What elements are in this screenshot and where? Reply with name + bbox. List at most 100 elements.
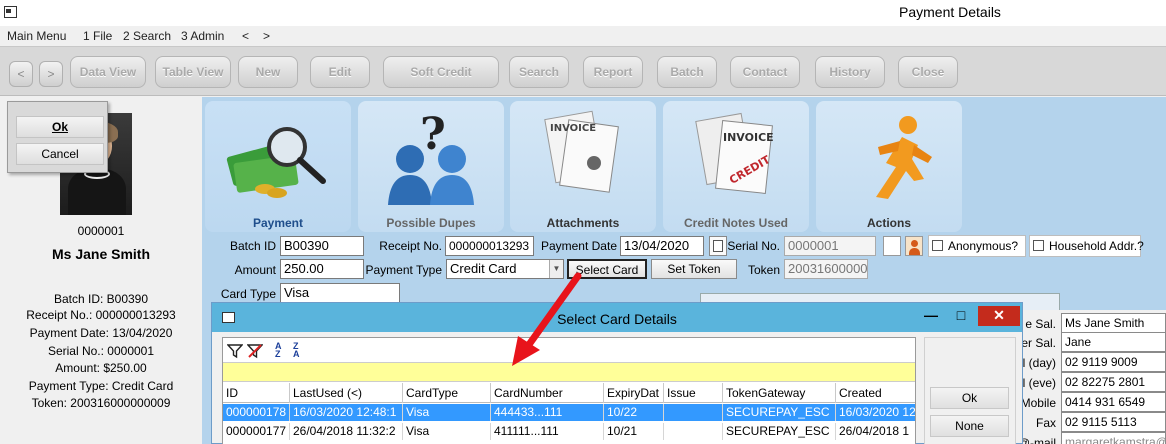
select-card-dialog: Select Card Details — □ ✕ AZ ZA ID LastU…: [211, 302, 1023, 444]
tile-attachments-label: Attachments: [546, 216, 620, 230]
col-token-gateway[interactable]: TokenGateway: [723, 383, 836, 403]
row-card-number: 411111...111: [491, 423, 604, 440]
toolbar: < > Data View Table View New Edit Soft C…: [0, 46, 1166, 96]
summary-payment-type: Payment Type: Credit Card: [28, 379, 174, 393]
col-last-used[interactable]: LastUsed (<): [290, 383, 403, 403]
household-checkbox[interactable]: [1033, 240, 1044, 251]
card-type-field[interactable]: Visa: [280, 283, 400, 303]
batch-id-field[interactable]: B00390: [280, 236, 364, 256]
back-button[interactable]: <: [9, 61, 33, 87]
tile-actions-label: Actions: [866, 216, 911, 230]
row-card-number: 444433...111: [491, 404, 604, 421]
row-created: 26/04/2018 1: [839, 424, 910, 438]
svg-text:INVOICE: INVOICE: [723, 131, 774, 144]
data-view-button[interactable]: Data View: [70, 56, 146, 88]
col-expiry[interactable]: ExpiryDat: [604, 383, 664, 403]
minimize-icon[interactable]: —: [916, 306, 946, 326]
fax-label: Fax: [1035, 416, 1056, 430]
mobile-field[interactable]: 0414 931 6549: [1061, 392, 1166, 412]
row-issue: [664, 404, 723, 421]
tile-credit-notes[interactable]: INVOICE CREDIT Credit Notes Used: [663, 101, 809, 232]
salutation-field[interactable]: Ms Jane Smith: [1061, 313, 1166, 333]
row-card-type: Visa: [403, 404, 491, 421]
edit-button[interactable]: Edit: [310, 56, 370, 88]
col-card-type[interactable]: CardType: [403, 383, 491, 403]
search-button[interactable]: Search: [509, 56, 569, 88]
close-icon[interactable]: ✕: [978, 306, 1020, 326]
menu-main[interactable]: Main Menu: [7, 29, 66, 43]
calendar-icon[interactable]: [709, 236, 727, 256]
history-button[interactable]: History: [815, 56, 885, 88]
menu-bar: Main Menu 1 File 2 Search 3 Admin < >: [0, 26, 1166, 46]
serial-no-field[interactable]: 0000001: [784, 236, 876, 256]
phone-eve-field[interactable]: 02 82275 2801: [1061, 372, 1166, 392]
summary-batch-id: Batch ID: B00390: [53, 292, 149, 306]
tile-actions[interactable]: Actions: [816, 101, 962, 232]
menu-back[interactable]: <: [242, 29, 249, 43]
maximize-icon[interactable]: □: [946, 306, 976, 326]
window-title-bar: Payment Details: [0, 0, 1166, 26]
table-row[interactable]: 000000178 16/03/2020 12:48:1 Visa 444433…: [223, 404, 915, 421]
sort-descending-icon[interactable]: ZA: [293, 342, 309, 360]
token-label: Token: [747, 263, 780, 277]
annotation-arrow-icon: [512, 272, 582, 366]
close-button[interactable]: Close: [898, 56, 958, 88]
ok-button[interactable]: Ok: [16, 116, 104, 138]
payment-date-label: Payment Date: [540, 239, 617, 253]
clear-filter-icon[interactable]: [246, 343, 264, 359]
report-button[interactable]: Report: [583, 56, 643, 88]
soft-credit-button[interactable]: Soft Credit: [383, 56, 499, 88]
dialog-title-bar: Select Card Details — □ ✕: [212, 303, 1022, 332]
set-token-button[interactable]: Set Token: [651, 259, 737, 279]
mobile-label: Mobile: [1020, 396, 1056, 410]
dialog-none-button[interactable]: None: [930, 415, 1009, 437]
dialog-ok-button[interactable]: Ok: [930, 387, 1009, 409]
document-icon[interactable]: [883, 236, 901, 256]
contact-button[interactable]: Contact: [730, 56, 800, 88]
menu-file[interactable]: 1 File: [83, 29, 112, 43]
contact-name: Ms Jane Smith: [51, 246, 151, 262]
fax-field[interactable]: 02 9115 5113: [1061, 412, 1166, 432]
email-label: @-mail: [1017, 436, 1056, 444]
forward-button[interactable]: >: [39, 61, 63, 87]
col-id[interactable]: ID: [223, 383, 290, 403]
filter-icon[interactable]: [226, 343, 244, 359]
running-man-icon: [876, 116, 932, 199]
menu-admin[interactable]: 3 Admin: [181, 29, 224, 43]
receipt-no-label: Receipt No.: [379, 239, 442, 253]
credit-invoice-icon: INVOICE CREDIT: [695, 112, 774, 194]
svg-text:INVOICE: INVOICE: [550, 123, 596, 134]
letter-salutation-field[interactable]: Jane: [1061, 332, 1166, 352]
receipt-no-field[interactable]: 000000013293: [445, 236, 534, 256]
cancel-button[interactable]: Cancel: [16, 143, 104, 165]
phone-day-label: l (day): [1022, 356, 1056, 370]
table-view-button[interactable]: Table View: [155, 56, 231, 88]
new-button[interactable]: New: [238, 56, 298, 88]
row-token-gateway: SECUREPAY_ESC: [723, 423, 836, 440]
amount-label: Amount: [234, 263, 276, 277]
tile-attachments[interactable]: INVOICE Attachments: [510, 101, 656, 232]
letter-salutation-label: er Sal.: [1021, 336, 1056, 350]
sort-ascending-icon[interactable]: AZ: [275, 342, 291, 360]
table-row[interactable]: 000000177 26/04/2018 11:32:2 Visa 411111…: [223, 423, 915, 440]
token-field[interactable]: 2003160000000: [784, 259, 868, 279]
window-title: Payment Details: [899, 4, 1001, 20]
menu-forward[interactable]: >: [263, 29, 270, 43]
email-field[interactable]: margaretkamstra@: [1061, 432, 1166, 444]
row-created: 16/03/2020 12: [839, 405, 915, 419]
payment-type-label: Payment Type: [365, 263, 443, 277]
batch-button[interactable]: Batch: [657, 56, 717, 88]
col-card-number[interactable]: CardNumber: [491, 383, 604, 403]
tile-possible-dupes[interactable]: ? Possible Dupes: [358, 101, 504, 232]
payment-date-field[interactable]: 13/04/2020: [620, 236, 704, 256]
person-icon[interactable]: [905, 236, 923, 256]
anonymous-checkbox[interactable]: [932, 240, 943, 251]
tile-payment[interactable]: Payment: [205, 101, 351, 232]
col-created[interactable]: Created: [836, 383, 915, 403]
menu-search[interactable]: 2 Search: [123, 29, 171, 43]
amount-field[interactable]: 250.00: [280, 259, 364, 279]
summary-payment-date: Payment Date: 13/04/2020: [29, 326, 173, 340]
confirm-popup: Ok Cancel: [7, 101, 108, 173]
phone-day-field[interactable]: 02 9119 9009: [1061, 352, 1166, 372]
col-issue[interactable]: Issue: [664, 383, 723, 403]
